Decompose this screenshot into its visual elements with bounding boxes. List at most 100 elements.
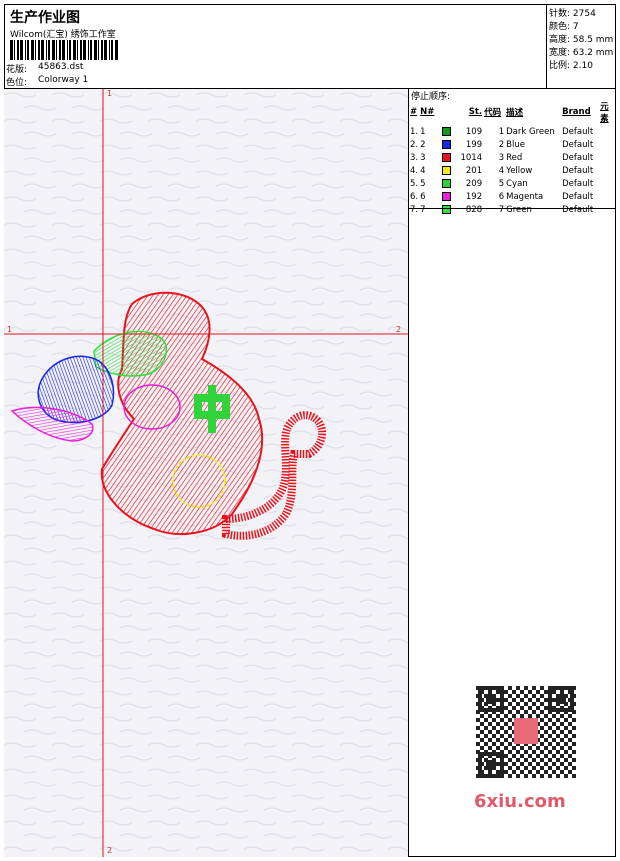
stat-scale: 比例: 2.10 <box>549 61 593 71</box>
row-number: 1. <box>410 126 419 137</box>
row-number: 2. <box>410 139 419 150</box>
header-panel: 生产作业图 Wilcom(汇宝) 绣饰工作室 花版: 45863.dst 色位:… <box>4 4 616 89</box>
swatch <box>441 203 455 216</box>
color-swatch <box>442 139 452 149</box>
axis-label-v-top: 1 <box>107 89 113 98</box>
color-swatch <box>442 165 452 175</box>
stitch-count: 1014 <box>460 152 483 163</box>
thread-row: 1. 1 109 1 Dark Green Default <box>409 125 616 138</box>
needle-number: 1 <box>420 126 426 137</box>
thread-brand: Default <box>562 204 594 215</box>
thread-desc: Dark Green <box>506 126 555 137</box>
stats-panel: 针数: 2754 颜色: 7 高度: 58.5 mm 宽度: 63.2 mm 比… <box>546 4 616 89</box>
stat-width: 宽度: 63.2 mm <box>549 48 614 58</box>
col-header: 代码 <box>484 108 502 118</box>
thread-code: 2 <box>498 139 505 150</box>
thread-brand: Default <box>562 152 594 163</box>
axis-label-v-bottom: 2 <box>107 846 113 855</box>
thread-code: 6 <box>498 191 505 202</box>
thread-code: 7 <box>498 204 505 215</box>
color-swatch <box>442 191 452 201</box>
row-number: 4. <box>410 165 419 176</box>
needle-number: 6 <box>420 191 426 202</box>
thread-desc: Blue <box>506 139 525 150</box>
thread-code: 1 <box>498 126 505 137</box>
row-number: 3. <box>410 152 419 163</box>
thread-row: 2. 2 199 2 Blue Default <box>409 138 616 151</box>
element <box>599 177 616 190</box>
col-header: N# <box>420 107 435 117</box>
thread-brand: Default <box>562 139 594 150</box>
thread-brand: Default <box>562 178 594 189</box>
swatch <box>441 177 455 190</box>
qr-code-icon <box>472 682 578 782</box>
watermark-text: 6xiu.com <box>474 791 566 812</box>
thread-code: 3 <box>498 152 505 163</box>
col-header: Brand <box>562 107 591 117</box>
stat-height: 高度: 58.5 mm <box>549 35 614 45</box>
thread-row: 5. 5 209 5 Cyan Default <box>409 177 616 190</box>
thread-desc: Magenta <box>506 191 544 202</box>
thread-table-header: # N# St. 代码 描述 Brand 元素 <box>409 99 616 125</box>
design-file: 45863.dst <box>38 62 84 72</box>
col-header <box>441 99 455 125</box>
thread-row: 6. 6 192 6 Magenta Default <box>409 190 616 203</box>
col-header: # <box>410 107 418 117</box>
stat-colors: 颜色: 7 <box>549 22 579 32</box>
color-swatch <box>442 126 452 136</box>
thread-brand: Default <box>562 126 594 137</box>
thread-desc: Cyan <box>506 178 528 189</box>
swatch <box>441 151 455 164</box>
stitch-count: 109 <box>465 126 483 137</box>
row-number: 6. <box>410 191 419 202</box>
thread-desc: Red <box>506 152 523 163</box>
design-label: 花版: <box>6 65 28 75</box>
needle-number: 4 <box>420 165 426 176</box>
needle-number: 7 <box>420 204 426 215</box>
swatch <box>441 190 455 203</box>
stitch-count: 201 <box>465 165 483 176</box>
thread-code: 5 <box>498 178 505 189</box>
needle-number: 2 <box>420 139 426 150</box>
col-header: 元素 <box>600 102 609 124</box>
embroidery-design <box>4 89 408 857</box>
thread-row: 7. 7 828 7 Green Default <box>409 203 616 216</box>
element <box>599 190 616 203</box>
color-swatch <box>442 178 452 188</box>
thread-row: 4. 4 201 4 Yellow Default <box>409 164 616 177</box>
colorway-label: 色位: <box>6 78 28 88</box>
sidebar-divider <box>409 208 616 209</box>
stat-stitches: 针数: 2754 <box>549 9 596 19</box>
swatch <box>441 164 455 177</box>
row-number: 7. <box>410 204 419 215</box>
needle-number: 3 <box>420 152 426 163</box>
element <box>599 164 616 177</box>
color-swatch <box>442 152 452 162</box>
design-canvas: 1 2 1 2 <box>4 89 409 857</box>
swatch <box>441 138 455 151</box>
colorway-value: Colorway 1 <box>38 75 89 85</box>
element <box>599 125 616 138</box>
thread-desc: Green <box>506 204 532 215</box>
studio-name: Wilcom(汇宝) 绣饰工作室 <box>10 30 116 40</box>
stitch-count: 828 <box>465 204 483 215</box>
element <box>599 138 616 151</box>
stitch-count: 192 <box>465 191 483 202</box>
element <box>599 151 616 164</box>
stitch-count: 209 <box>465 178 483 189</box>
thread-row: 3. 3 1014 3 Red Default <box>409 151 616 164</box>
thread-code: 4 <box>498 165 505 176</box>
stitch-count: 199 <box>465 139 483 150</box>
swatch <box>441 125 455 138</box>
col-header: St. <box>468 107 483 117</box>
col-header: 描述 <box>506 108 524 118</box>
element <box>599 203 616 216</box>
thread-desc: Yellow <box>506 165 533 176</box>
row-number: 5. <box>410 178 419 189</box>
axis-label-h-left: 1 <box>7 325 13 334</box>
thread-table: # N# St. 代码 描述 Brand 元素 1. 1 109 1 Dark Gree… <box>409 99 616 216</box>
qr-logo-icon <box>514 718 538 744</box>
barcode-icon <box>10 40 118 60</box>
page-title: 生产作业图 <box>10 10 80 26</box>
needle-number: 5 <box>420 178 426 189</box>
